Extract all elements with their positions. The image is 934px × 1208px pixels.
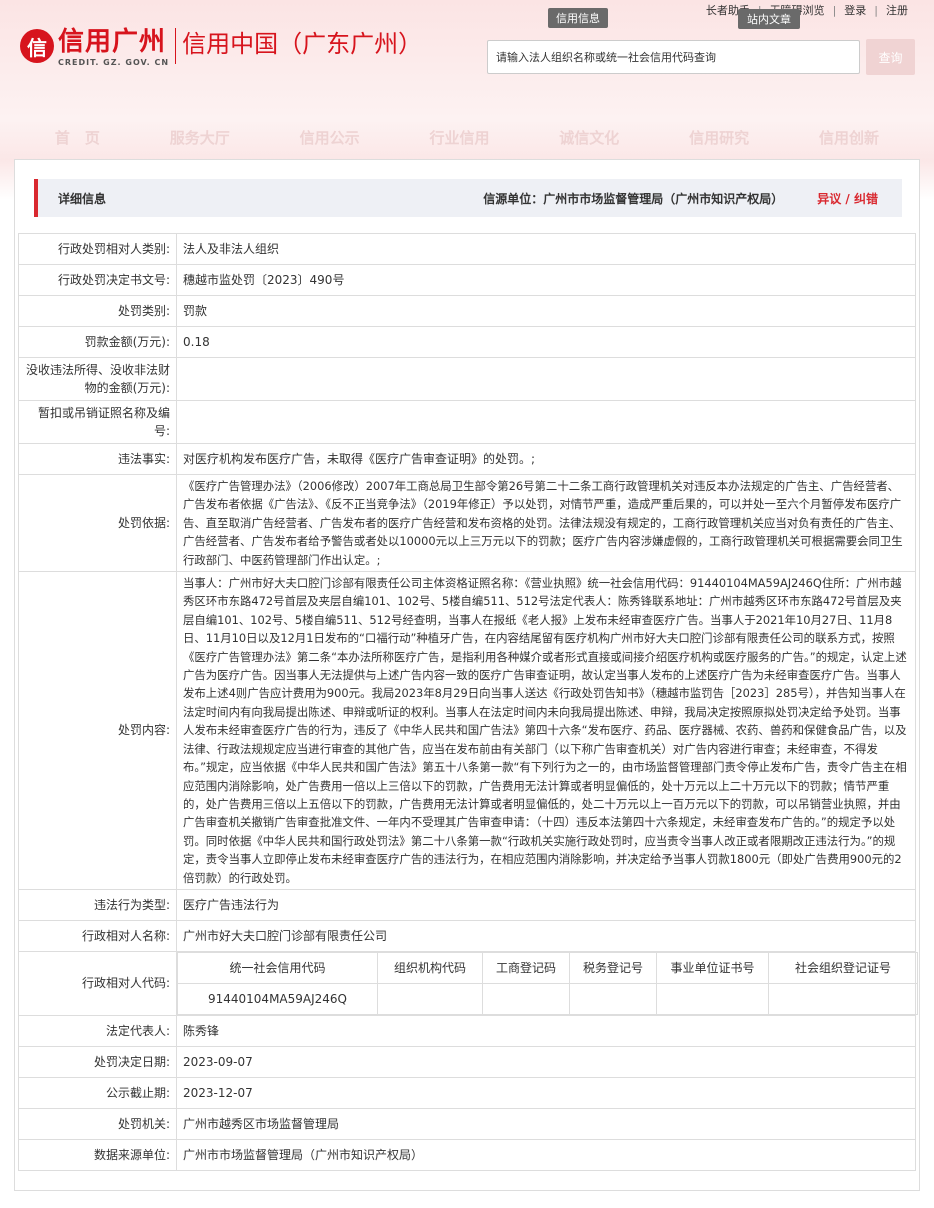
code-table: 统一社会信用代码 组织机构代码 工商登记码 税务登记号 事业单位证书号 社会组织…: [177, 951, 918, 1015]
row-value: 当事人：广州市好大夫口腔门诊部有限责任公司主体资格证照名称：《营业执照》统一社会…: [176, 571, 916, 890]
detail-header: 详细信息 信源单位：广州市市场监督管理局（广州市知识产权局） 异议 / 纠错: [34, 179, 902, 217]
table-row: 行政相对人代码: 统一社会信用代码 组织机构代码 工商登记码 税务登记号 事业单…: [18, 950, 918, 1016]
table-row: 行政处罚决定书文号: 穗越市监处罚〔2023〕490号: [18, 264, 916, 296]
table-row: 违法行为类型: 医疗广告违法行为: [18, 888, 916, 921]
source-unit: 信源单位：广州市市场监督管理局（广州市知识产权局）: [483, 191, 784, 206]
nav-item-integrity-culture[interactable]: 诚信文化: [559, 124, 619, 152]
table-row: 罚款金额(万元): 0.18: [18, 326, 916, 358]
code-header: 统一社会信用代码: [177, 951, 378, 984]
row-label: 数据来源单位:: [18, 1138, 177, 1171]
table-row: 处罚类别: 罚款: [18, 295, 916, 327]
divider: |: [874, 3, 878, 17]
code-value: [656, 982, 769, 1015]
code-value: [768, 982, 918, 1015]
row-value: 《医疗广告管理办法》（2006修改）2007年工商总局卫生部令第26号第二十二条…: [176, 473, 916, 573]
nav-item-home[interactable]: 首 页: [55, 124, 100, 152]
row-label: 行政处罚决定书文号:: [18, 264, 177, 296]
search-box: [487, 40, 860, 74]
row-label: 违法事实:: [18, 443, 177, 475]
table-row: 公示截止期: 2023-12-07: [18, 1076, 916, 1109]
register-link[interactable]: 注册: [880, 2, 914, 18]
row-value: 广州市越秀区市场监督管理局: [176, 1107, 916, 1140]
code-header: 事业单位证书号: [656, 951, 769, 984]
row-value: [176, 400, 916, 444]
site-logo[interactable]: 信 信用广州 CREDIT. GZ. GOV. CN 信用中国（广东广州）: [20, 26, 422, 67]
code-value: 91440104MA59AJ246Q: [177, 982, 378, 1015]
row-value: 陈秀锋: [176, 1014, 916, 1047]
logo-text: 信用广州 CREDIT. GZ. GOV. CN: [58, 26, 169, 67]
logo-title: 信用广州: [58, 27, 167, 57]
row-value: [176, 357, 916, 401]
site-articles-tab[interactable]: 站内文章: [738, 9, 800, 29]
login-link[interactable]: 登录: [838, 2, 872, 18]
top-links: 长者助手| 无障碍浏览| 登录| 注册: [700, 0, 914, 20]
logo-subtitle: 信用中国（广东广州）: [182, 30, 423, 58]
table-row: 行政相对人名称: 广州市好大夫口腔门诊部有限责任公司: [18, 919, 916, 952]
row-label: 法定代表人:: [18, 1014, 177, 1047]
table-row: 没收违法所得、没收非法财物的金额(万元):: [18, 357, 916, 401]
logo-domain: CREDIT. GZ. GOV. CN: [58, 58, 170, 67]
logo-divider: [175, 28, 177, 64]
table-row: 数据来源单位: 广州市市场监督管理局（广州市知识产权局）: [18, 1138, 916, 1171]
nav-item-credit-innovation[interactable]: 信用创新: [819, 124, 879, 152]
row-value: 2023-09-07: [176, 1045, 916, 1078]
search-input[interactable]: [488, 41, 859, 73]
code-value: [482, 982, 570, 1015]
detail-panel: 详细信息 信源单位：广州市市场监督管理局（广州市知识产权局） 异议 / 纠错 行…: [14, 159, 920, 1191]
row-value: 法人及非法人组织: [176, 233, 916, 265]
code-value: [569, 982, 657, 1015]
row-value: 对医疗机构发布医疗广告，未取得《医疗广告审查证明》的处罚。;: [176, 443, 916, 475]
nav-item-service-hall[interactable]: 服务大厅: [170, 124, 230, 152]
code-header: 社会组织登记证号: [768, 951, 918, 984]
row-label: 行政处罚相对人类别:: [18, 233, 177, 265]
table-row: 处罚依据: 《医疗广告管理办法》（2006修改）2007年工商总局卫生部令第26…: [18, 473, 916, 573]
row-label: 处罚类别:: [18, 295, 177, 327]
code-header: 组织机构代码: [377, 951, 483, 984]
search-button[interactable]: 查询: [866, 39, 915, 75]
row-value: 2023-12-07: [176, 1076, 916, 1109]
row-label: 行政相对人代码:: [18, 950, 177, 1016]
code-header: 税务登记号: [569, 951, 657, 984]
nav-item-credit-publicity[interactable]: 信用公示: [300, 124, 360, 152]
code-value-row: 91440104MA59AJ246Q: [177, 982, 918, 1015]
row-value: 广州市好大夫口腔门诊部有限责任公司: [176, 919, 916, 952]
table-row: 处罚机关: 广州市越秀区市场监督管理局: [18, 1107, 916, 1140]
detail-title: 详细信息: [58, 191, 107, 206]
row-label: 违法行为类型:: [18, 888, 177, 921]
row-value: 医疗广告违法行为: [176, 888, 916, 921]
code-header-row: 统一社会信用代码 组织机构代码 工商登记码 税务登记号 事业单位证书号 社会组织…: [177, 951, 918, 984]
table-row: 暂扣或吊销证照名称及编号:: [18, 400, 916, 444]
table-row: 处罚内容: 当事人：广州市好大夫口腔门诊部有限责任公司主体资格证照名称：《营业执…: [18, 571, 916, 890]
row-label: 处罚依据:: [18, 473, 177, 573]
table-row: 行政处罚相对人类别: 法人及非法人组织: [18, 233, 916, 265]
row-label: 行政相对人名称:: [18, 919, 177, 952]
row-value: 广州市市场监督管理局（广州市知识产权局）: [176, 1138, 916, 1171]
row-label: 罚款金额(万元):: [18, 326, 177, 358]
divider: |: [832, 3, 837, 17]
row-value: 0.18: [176, 326, 916, 358]
code-table-cell: 统一社会信用代码 组织机构代码 工商登记码 税务登记号 事业单位证书号 社会组织…: [176, 950, 918, 1016]
nav-item-industry-credit[interactable]: 行业信用: [429, 124, 489, 152]
row-label: 处罚决定日期:: [18, 1045, 177, 1078]
row-value: 罚款: [176, 295, 916, 327]
row-label: 处罚机关:: [18, 1107, 177, 1140]
logo-mark-icon: 信: [20, 29, 54, 63]
row-label: 没收违法所得、没收非法财物的金额(万元):: [18, 357, 177, 401]
nav-item-credit-research[interactable]: 信用研究: [689, 124, 749, 152]
table-row: 法定代表人: 陈秀锋: [18, 1014, 916, 1047]
credit-info-tab[interactable]: 信用信息: [548, 8, 608, 28]
main-nav: 首 页 服务大厅 信用公示 行业信用 诚信文化 信用研究 信用创新: [0, 124, 934, 152]
row-label: 处罚内容:: [18, 571, 177, 890]
code-value: [377, 982, 483, 1015]
objection-link[interactable]: 异议 / 纠错: [817, 190, 878, 207]
row-label: 暂扣或吊销证照名称及编号:: [18, 400, 177, 444]
table-row: 违法事实: 对医疗机构发布医疗广告，未取得《医疗广告审查证明》的处罚。;: [18, 443, 916, 475]
table-row: 处罚决定日期: 2023-09-07: [18, 1045, 916, 1078]
detail-table: 行政处罚相对人类别: 法人及非法人组织 行政处罚决定书文号: 穗越市监处罚〔20…: [18, 233, 918, 1171]
row-label: 公示截止期:: [18, 1076, 177, 1109]
row-value: 穗越市监处罚〔2023〕490号: [176, 264, 916, 296]
code-header: 工商登记码: [482, 951, 570, 984]
